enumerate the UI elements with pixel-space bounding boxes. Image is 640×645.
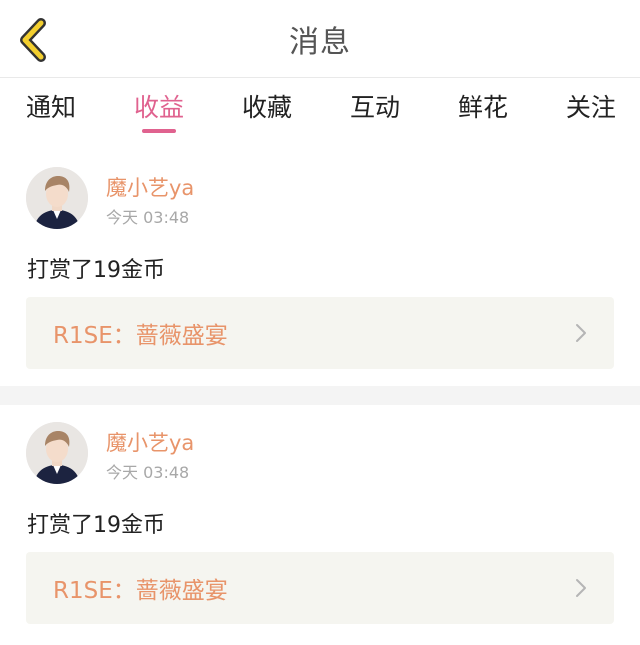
content-link[interactable]: R1SE：蔷薇盛宴 <box>26 297 614 369</box>
username[interactable]: 魔小艺ya <box>106 172 194 202</box>
timestamp: 今天 03:48 <box>106 463 190 482</box>
avatar[interactable] <box>26 422 88 484</box>
tab-earnings[interactable]: 收益 <box>134 78 184 136</box>
tab-following[interactable]: 关注 <box>566 78 616 136</box>
tab-flowers[interactable]: 鲜花 <box>458 78 508 136</box>
chevron-left-icon <box>20 18 46 62</box>
user-avatar-icon <box>26 167 88 229</box>
tab-label: 鲜花 <box>457 93 508 122</box>
header: 消息 <box>0 0 640 78</box>
message-card: 魔小艺ya 今天 03:48 打赏了19金币 R1SE：蔷薇盛宴 <box>0 150 640 386</box>
message-text: 打赏了19金币 <box>27 258 165 283</box>
content-link[interactable]: R1SE：蔷薇盛宴 <box>26 552 614 624</box>
tab-bar: 通知 收益 收藏 互动 鲜花 关注 <box>0 78 640 136</box>
tab-label: 互动 <box>349 93 400 122</box>
tab-label: 收益 <box>133 93 184 122</box>
user-avatar-icon <box>26 422 88 484</box>
back-button[interactable] <box>14 14 54 66</box>
tab-label: 通知 <box>26 93 77 122</box>
content-link-title: R1SE：蔷薇盛宴 <box>53 578 228 604</box>
content-link-title: R1SE：蔷薇盛宴 <box>53 323 228 349</box>
card-separator <box>0 386 640 405</box>
active-tab-indicator <box>141 129 176 133</box>
timestamp: 今天 03:48 <box>106 208 190 227</box>
app: 消息 通知 收益 收藏 互动 鲜花 关注 魔小艺ya 今天 03:48 打赏了1… <box>0 0 640 645</box>
tab-notifications[interactable]: 通知 <box>26 78 76 136</box>
page-title: 消息 <box>289 24 351 60</box>
chevron-right-icon <box>576 579 586 597</box>
avatar[interactable] <box>26 167 88 229</box>
chevron-right-icon <box>576 324 586 342</box>
message-text: 打赏了19金币 <box>27 513 165 538</box>
tab-label: 收藏 <box>241 93 292 122</box>
tab-interactions[interactable]: 互动 <box>350 78 400 136</box>
tab-label: 关注 <box>565 93 616 122</box>
tab-favorites[interactable]: 收藏 <box>242 78 292 136</box>
username[interactable]: 魔小艺ya <box>106 427 194 457</box>
message-card: 魔小艺ya 今天 03:48 打赏了19金币 R1SE：蔷薇盛宴 <box>0 405 640 645</box>
